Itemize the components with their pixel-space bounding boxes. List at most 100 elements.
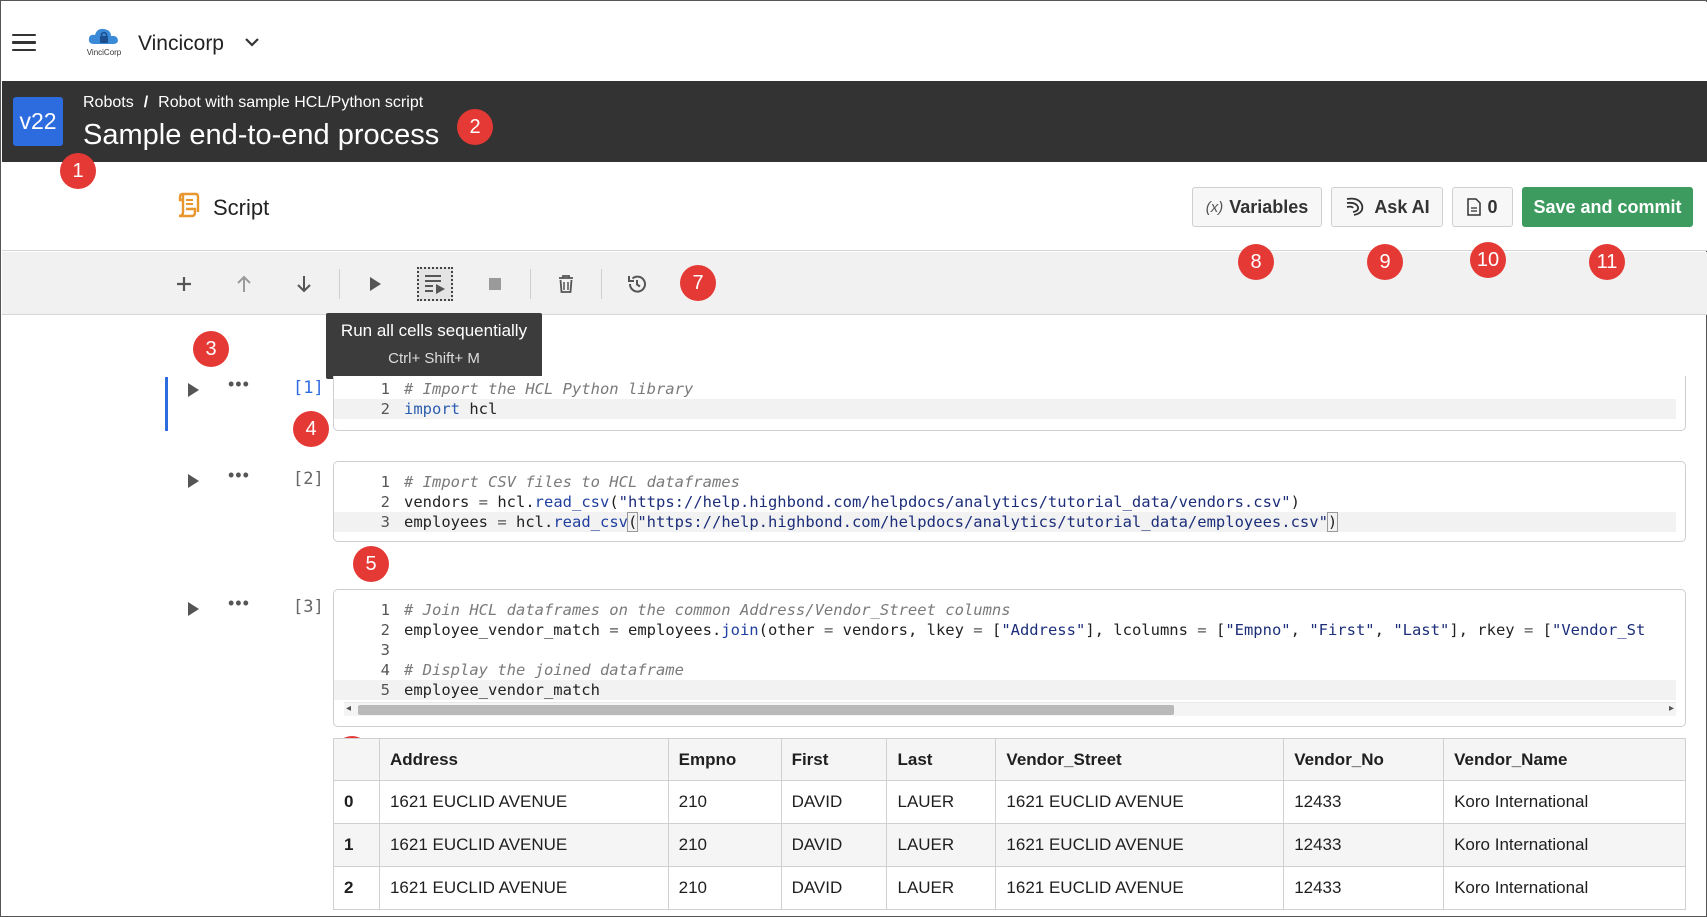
breadcrumb-robots[interactable]: Robots xyxy=(83,94,134,112)
column-header: Vendor_Street xyxy=(995,738,1285,781)
table-row: 2 1621 EUCLID AVENUE 210 DAVID LAUER 162… xyxy=(333,866,1686,910)
annotation-marker: 4 xyxy=(293,411,329,447)
table-cell: 12433 xyxy=(1283,823,1445,867)
table-cell: 1621 EUCLID AVENUE xyxy=(378,866,669,910)
ask-ai-button[interactable]: Ask AI xyxy=(1331,187,1443,227)
arrow-up-icon[interactable] xyxy=(226,267,262,301)
code-text: # Import the HCL Python library xyxy=(404,380,694,398)
table-cell: 12433 xyxy=(1283,780,1445,824)
table-cell: Koro International xyxy=(1443,823,1686,867)
cell-more-icon[interactable]: ••• xyxy=(228,374,250,395)
code-editor[interactable]: 1 # Join HCL dataframes on the common Add… xyxy=(333,589,1686,727)
table-row: 0 1621 EUCLID AVENUE 210 DAVID LAUER 162… xyxy=(333,780,1686,824)
variables-icon: (x) xyxy=(1205,198,1224,216)
stop-icon[interactable] xyxy=(477,267,513,301)
table-cell: 1621 EUCLID AVENUE xyxy=(995,866,1285,910)
table-cell: 1621 EUCLID AVENUE xyxy=(378,780,669,824)
toolbar-divider xyxy=(530,269,531,299)
variables-label: Variables xyxy=(1229,196,1309,217)
column-header: Last xyxy=(886,738,997,781)
files-button[interactable]: 0 xyxy=(1452,187,1513,227)
table-cell: DAVID xyxy=(780,823,888,867)
code-text: # Import CSV files to HCL dataframes xyxy=(404,473,740,491)
line-number: 1 xyxy=(380,380,390,398)
org-logo: VinciCorp xyxy=(82,24,126,60)
hamburger-menu-icon[interactable] xyxy=(12,34,36,52)
table-cell: 210 xyxy=(667,780,782,824)
scroll-left-icon[interactable]: ◂ xyxy=(346,703,351,714)
save-and-commit-button[interactable]: Save and commit xyxy=(1522,187,1693,227)
ask-ai-label: Ask AI xyxy=(1374,196,1430,217)
toolbar-divider xyxy=(601,269,602,299)
cell-number: [1] xyxy=(293,378,324,398)
run-cell-icon[interactable] xyxy=(184,472,202,490)
line-number: 2 xyxy=(380,621,390,639)
cell-number: [3] xyxy=(293,597,324,617)
breadcrumb-robot[interactable]: Robot with sample HCL/Python script xyxy=(158,94,423,112)
code-line: 3 employees = hcl.read_csv("https://help.… xyxy=(334,512,1676,532)
annotation-marker: 8 xyxy=(1238,244,1274,280)
annotation-marker: 7 xyxy=(680,265,716,301)
line-number: 3 xyxy=(380,641,390,659)
row-index: 1 xyxy=(333,823,380,867)
code-text: vendors = hcl.read_csv("https://help.hig… xyxy=(404,493,1300,511)
cell-toolbar xyxy=(2,252,1707,315)
file-icon xyxy=(1467,198,1482,216)
column-header: Vendor_No xyxy=(1283,738,1445,781)
cell-more-icon[interactable]: ••• xyxy=(228,593,250,614)
play-icon[interactable] xyxy=(357,267,393,301)
line-number: 3 xyxy=(380,513,390,531)
code-line: 2 import hcl xyxy=(334,399,1676,419)
script-header: Script (x) Variables Ask AI 0 Save and c… xyxy=(2,162,1707,251)
toolbar-divider xyxy=(339,269,340,299)
variables-button[interactable]: (x) Variables xyxy=(1192,187,1322,227)
code-line: 1 # Join HCL dataframes on the common Add… xyxy=(334,600,1685,620)
code-text: import hcl xyxy=(404,400,498,418)
code-editor[interactable]: 1 # Import CSV files to HCL dataframes 2v… xyxy=(333,461,1686,542)
arrow-down-icon[interactable] xyxy=(286,267,322,301)
annotation-marker: 2 xyxy=(457,109,493,145)
annotation-marker: 10 xyxy=(1470,242,1506,278)
scroll-right-icon[interactable]: ▸ xyxy=(1669,703,1674,714)
chevron-down-icon[interactable] xyxy=(242,35,262,51)
app-frame: VinciCorp Vincicorp v22 Robots / Robot w… xyxy=(0,0,1707,917)
run-cell-icon[interactable] xyxy=(184,600,202,618)
table-header-row: Address Empno First Last Vendor_Street V… xyxy=(333,738,1686,781)
code-line: 5 employee_vendor_match xyxy=(334,680,1676,700)
annotation-marker: 1 xyxy=(60,153,96,189)
code-line: 3 xyxy=(334,640,1685,660)
code-text: # Join HCL dataframes on the common Addr… xyxy=(404,601,1011,619)
code-line: 2 employee_vendor_match = employees.join(… xyxy=(334,620,1685,640)
line-number: 1 xyxy=(380,473,390,491)
history-icon[interactable] xyxy=(619,267,655,301)
table-cell: Koro International xyxy=(1443,780,1686,824)
table-cell: LAUER xyxy=(886,780,997,824)
code-line: 2 vendors = hcl.read_csv("https://help.hi… xyxy=(334,492,1685,512)
top-bar: VinciCorp Vincicorp xyxy=(2,2,1707,81)
scrollbar-thumb[interactable] xyxy=(358,705,1174,715)
trash-icon[interactable] xyxy=(548,267,584,301)
tooltip-title: Run all cells sequentially xyxy=(340,321,528,340)
tooltip-shortcut: Ctrl+ Shift+ M xyxy=(388,350,480,367)
line-number: 4 xyxy=(380,661,390,679)
breadcrumb: Robots / Robot with sample HCL/Python sc… xyxy=(83,94,423,112)
plus-icon[interactable] xyxy=(166,267,202,301)
table-cell: 210 xyxy=(667,823,782,867)
table-cell: 1621 EUCLID AVENUE xyxy=(995,823,1285,867)
org-name[interactable]: Vincicorp xyxy=(138,32,224,56)
run-all-icon[interactable] xyxy=(417,267,453,301)
cloud-lock-icon xyxy=(88,28,118,44)
script-title: Script xyxy=(213,195,270,220)
table-row: 1 1621 EUCLID AVENUE 210 DAVID LAUER 162… xyxy=(333,823,1686,867)
code-editor[interactable]: 1 # Import the HCL Python library 2 import… xyxy=(333,376,1686,431)
table-cell: 12433 xyxy=(1283,866,1445,910)
line-number: 1 xyxy=(380,601,390,619)
script-scroll-icon xyxy=(178,192,200,218)
code-text: # Display the joined dataframe xyxy=(404,661,684,679)
annotation-marker: 5 xyxy=(353,546,389,582)
horizontal-scrollbar[interactable]: ◂ ▸ xyxy=(344,702,1676,716)
table-cell: 1621 EUCLID AVENUE xyxy=(995,780,1285,824)
run-cell-icon[interactable] xyxy=(184,381,202,399)
cell-more-icon[interactable]: ••• xyxy=(228,465,250,486)
code-line: 1 # Import CSV files to HCL dataframes xyxy=(334,472,1685,492)
